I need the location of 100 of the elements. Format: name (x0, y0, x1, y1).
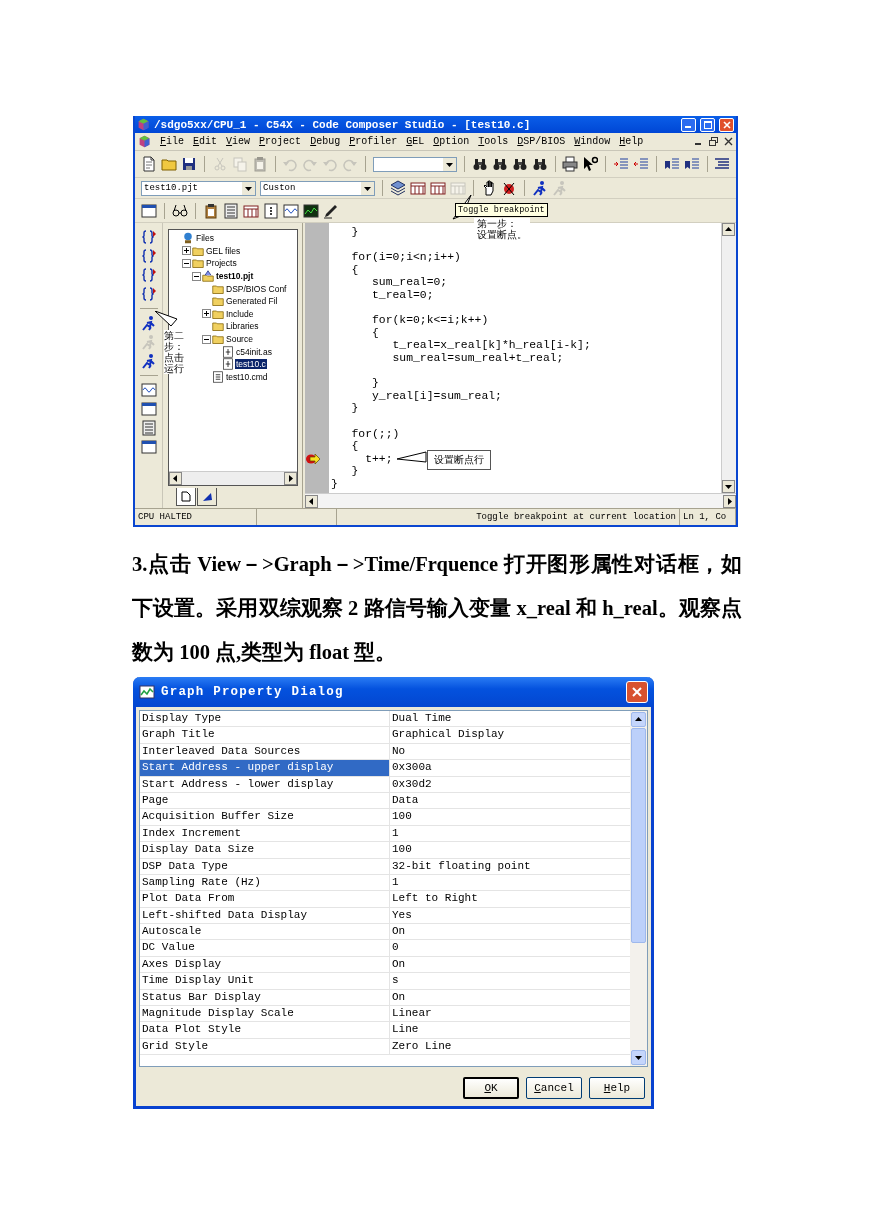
property-name[interactable]: Axes Display (140, 956, 390, 973)
binoculars-icon[interactable] (471, 156, 488, 172)
menu-item[interactable]: View (226, 136, 251, 147)
menu-item[interactable]: Option (433, 136, 470, 147)
binoculars-icon[interactable] (491, 156, 508, 172)
property-name[interactable]: Index Increment (140, 825, 390, 842)
grid-icon[interactable] (430, 180, 446, 196)
property-value[interactable]: Linear (390, 1006, 630, 1022)
property-value[interactable]: 100 (390, 809, 630, 825)
dialog-button[interactable]: OK (463, 1077, 519, 1099)
tree-item[interactable]: DSP/BIOS Conf (225, 283, 288, 294)
bookmark-tab[interactable] (197, 488, 217, 506)
property-name[interactable]: Graph Title (140, 727, 390, 743)
property-name[interactable]: DSP Data Type (140, 858, 390, 874)
bookmark-icon[interactable] (683, 156, 700, 172)
window-icon[interactable] (140, 439, 157, 455)
expand-toggle[interactable] (182, 259, 191, 268)
wave-icon[interactable] (283, 202, 299, 219)
tree-item[interactable]: Libraries (225, 321, 260, 332)
property-value[interactable]: 100 (390, 842, 630, 858)
property-name[interactable]: Status Bar Display (140, 989, 390, 1006)
list-icon[interactable] (714, 156, 731, 172)
menu-item[interactable]: Window (574, 136, 611, 147)
expand-toggle[interactable] (182, 246, 191, 256)
tree-item[interactable]: test10.c (235, 359, 267, 370)
property-name[interactable]: Time Display Unit (140, 973, 390, 989)
window-icon[interactable] (140, 401, 157, 417)
property-name[interactable]: Display Type (140, 711, 390, 727)
property-value[interactable]: On (390, 924, 630, 940)
hand-icon[interactable] (481, 180, 497, 196)
close-icon[interactable] (724, 137, 733, 146)
property-value[interactable]: Line (390, 1022, 630, 1038)
tree-item[interactable]: c54init.as (235, 346, 273, 357)
tree-item[interactable]: GEL files (205, 245, 242, 256)
file-tab[interactable] (176, 488, 196, 506)
menu-item[interactable]: File (160, 136, 185, 147)
combo-box[interactable] (372, 156, 458, 172)
runner-icon[interactable] (532, 180, 548, 196)
window-icon[interactable] (141, 202, 157, 219)
grid-icon[interactable] (410, 180, 426, 196)
menu-item[interactable]: Debug (310, 136, 341, 147)
page-icon[interactable] (141, 156, 157, 172)
indent-icon[interactable] (612, 156, 629, 172)
runner-icon[interactable] (140, 315, 157, 331)
tree-item[interactable]: Include (225, 308, 255, 319)
menu-item[interactable]: Profiler (349, 136, 398, 147)
property-value[interactable]: 0 (390, 940, 630, 956)
property-value[interactable]: Graphical Display (390, 727, 630, 743)
property-name[interactable]: Grid Style (140, 1038, 390, 1055)
dialog-button[interactable]: Help (589, 1077, 645, 1099)
vertical-scrollbar[interactable] (630, 711, 647, 1066)
outdent-icon[interactable] (632, 156, 649, 172)
runner-icon[interactable] (140, 353, 157, 369)
tree-item[interactable]: Projects (205, 258, 238, 269)
tree-item[interactable]: Files (195, 233, 215, 244)
brace-icon[interactable] (140, 286, 157, 302)
menu-item[interactable]: DSP/BIOS (517, 136, 566, 147)
menu-item[interactable]: GEL (406, 136, 425, 147)
tree-item[interactable]: Generated Fil (225, 296, 279, 307)
tree-item[interactable]: test10.pjt (215, 271, 255, 282)
property-value[interactable]: Data (390, 792, 630, 809)
binoculars-icon[interactable] (511, 156, 528, 172)
dialog-button[interactable]: Cancel (526, 1077, 582, 1099)
menu-item[interactable]: Project (259, 136, 302, 147)
property-name[interactable]: Interleaved Data Sources (140, 743, 390, 760)
property-value[interactable]: 1 (390, 874, 630, 891)
property-value[interactable]: 1 (390, 825, 630, 842)
wave-icon[interactable] (140, 382, 157, 398)
binoculars-icon[interactable] (531, 156, 548, 172)
property-name[interactable]: Start Address - upper display (140, 760, 390, 776)
property-name[interactable]: Plot Data From (140, 891, 390, 907)
grid-icon[interactable] (243, 202, 259, 219)
property-name[interactable]: DC Value (140, 940, 390, 956)
close-button[interactable] (719, 117, 734, 132)
property-name[interactable]: Page (140, 792, 390, 809)
stack-icon[interactable] (390, 180, 406, 196)
property-value[interactable]: 32-bit floating point (390, 858, 630, 874)
brace-icon[interactable] (140, 267, 157, 283)
pen-icon[interactable] (323, 202, 339, 219)
help-icon[interactable] (582, 156, 599, 172)
expand-toggle[interactable] (192, 271, 201, 281)
property-name[interactable]: Sampling Rate (Hz) (140, 874, 390, 891)
property-name[interactable]: Display Data Size (140, 842, 390, 858)
printer-icon[interactable] (562, 156, 579, 172)
brace-icon[interactable] (140, 229, 157, 245)
menu-item[interactable]: Edit (193, 136, 218, 147)
property-name[interactable]: Left-shifted Data Display (140, 907, 390, 924)
maximize-button[interactable] (700, 117, 715, 132)
expand-toggle[interactable] (202, 334, 211, 344)
horizontal-scrollbar[interactable] (169, 471, 297, 485)
horizontal-scrollbar[interactable] (305, 493, 736, 508)
expand-toggle[interactable] (202, 309, 211, 319)
property-name[interactable]: Magnitude Display Scale (140, 1006, 390, 1022)
restore-icon[interactable] (709, 137, 718, 146)
close-button[interactable] (626, 681, 648, 703)
tree-item[interactable]: test10.cmd (225, 371, 269, 382)
property-name[interactable]: Start Address - lower display (140, 776, 390, 792)
chart-icon[interactable] (303, 202, 319, 219)
bookmark-icon[interactable] (663, 156, 680, 172)
property-value[interactable]: Left to Right (390, 891, 630, 907)
